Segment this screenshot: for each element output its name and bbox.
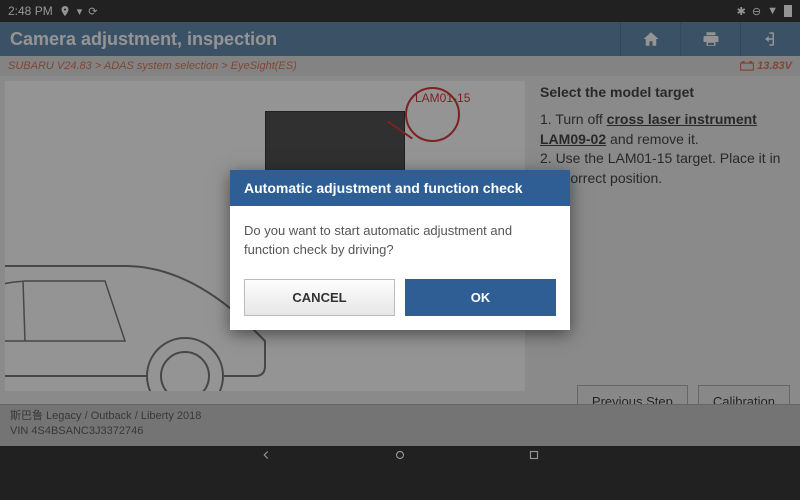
- cancel-button[interactable]: CANCEL: [244, 279, 395, 316]
- confirmation-dialog: Automatic adjustment and function check …: [230, 170, 570, 329]
- dialog-body: Do you want to start automatic adjustmen…: [230, 206, 570, 278]
- dialog-title: Automatic adjustment and function check: [230, 170, 570, 206]
- dialog-actions: CANCEL OK: [230, 279, 570, 330]
- ok-button[interactable]: OK: [405, 279, 556, 316]
- modal-overlay: Automatic adjustment and function check …: [0, 0, 800, 500]
